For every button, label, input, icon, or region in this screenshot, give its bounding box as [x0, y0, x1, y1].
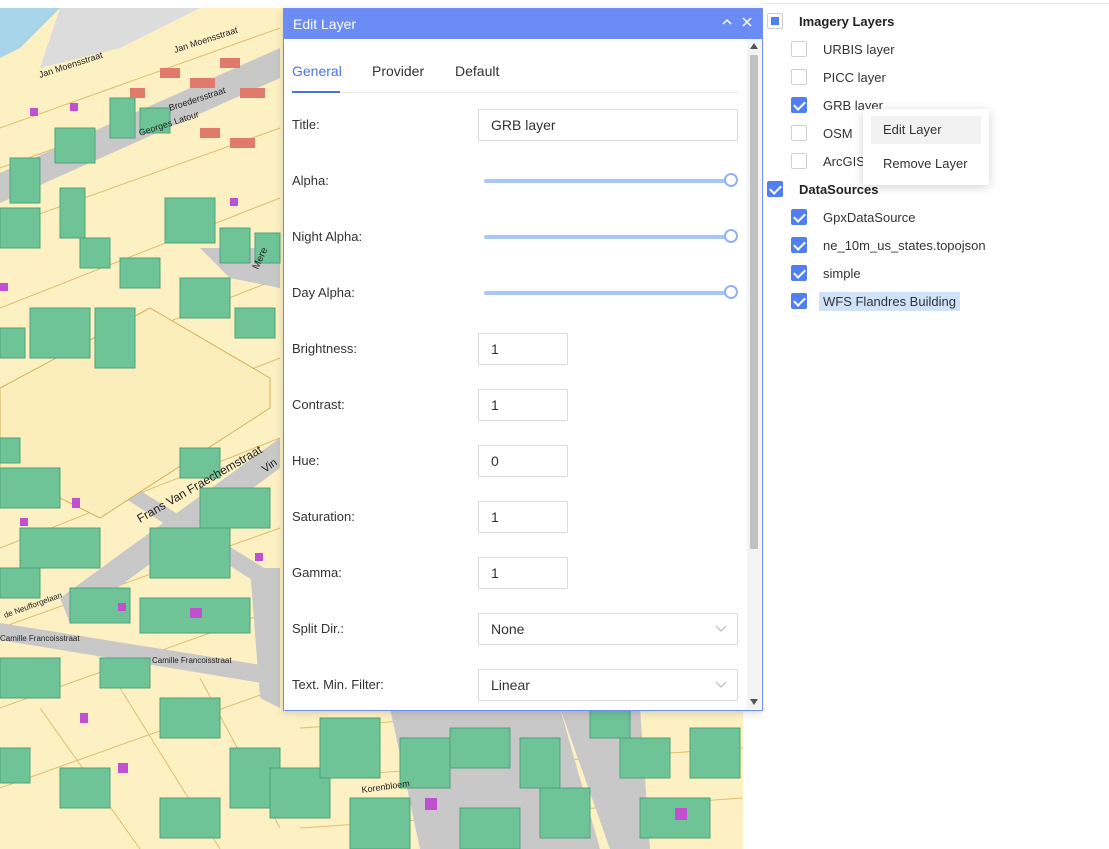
hue-label: Hue:	[292, 453, 320, 468]
contrast-label: Contrast:	[292, 397, 345, 412]
tab-provider[interactable]: Provider	[372, 63, 424, 79]
layer-label: WFS Flandres Building	[819, 291, 960, 311]
group-label: Imagery Layers	[799, 13, 895, 29]
split-dir-row: Split Dir.: None	[292, 613, 738, 645]
title-row: Title: GRB layer	[292, 109, 738, 141]
street-label: Camille Francoisstraat	[152, 656, 232, 665]
gamma-input[interactable]: 1	[478, 557, 568, 589]
layer-checkbox[interactable]	[791, 237, 807, 253]
layer-label: simple	[823, 265, 861, 281]
brightness-input[interactable]: 1	[478, 333, 568, 365]
brightness-label: Brightness:	[292, 341, 358, 356]
layer-label: GpxDataSource	[823, 209, 916, 225]
chevron-down-icon	[715, 625, 727, 632]
gamma-label: Gamma:	[292, 565, 342, 580]
day-alpha-label: Day Alpha:	[292, 285, 355, 300]
scroll-up-icon[interactable]	[750, 43, 758, 49]
layer-label: ArcGIS	[823, 153, 865, 169]
group-checkbox[interactable]	[767, 13, 783, 29]
layer-checkbox[interactable]	[791, 97, 807, 113]
hue-row: Hue: 0	[292, 445, 738, 477]
layer-checkbox[interactable]	[791, 293, 807, 309]
gamma-row: Gamma: 1	[292, 557, 738, 589]
saturation-row: Saturation: 1	[292, 501, 738, 533]
tree-item-gpx[interactable]: GpxDataSource	[791, 205, 920, 229]
tree-item-osm[interactable]: OSM	[791, 121, 857, 145]
tree-group-imagery[interactable]: Imagery Layers	[767, 9, 898, 33]
menu-item-edit-layer[interactable]: Edit Layer	[871, 116, 981, 144]
contrast-input[interactable]: 1	[478, 389, 568, 421]
tree-item-topojson[interactable]: ne_10m_us_states.topojson	[791, 233, 990, 257]
split-dir-value: None	[491, 621, 525, 637]
night-alpha-row: Night Alpha:	[292, 221, 738, 253]
close-icon[interactable]	[738, 14, 756, 32]
min-filter-row: Text. Min. Filter: Linear	[292, 669, 738, 701]
scroll-down-icon[interactable]	[750, 699, 758, 705]
layer-checkbox[interactable]	[791, 125, 807, 141]
layer-label: PICC layer	[823, 69, 886, 85]
layer-checkbox[interactable]	[791, 153, 807, 169]
min-filter-value: Linear	[491, 677, 530, 693]
scrollbar-thumb[interactable]	[750, 55, 758, 549]
layer-checkbox[interactable]	[791, 265, 807, 281]
brightness-row: Brightness: 1	[292, 333, 738, 365]
min-filter-select[interactable]: Linear	[478, 669, 738, 701]
tree-item-wfs[interactable]: WFS Flandres Building	[791, 289, 960, 313]
chevron-down-icon	[715, 681, 727, 688]
layer-label: ne_10m_us_states.topojson	[823, 237, 986, 253]
day-alpha-row: Day Alpha:	[292, 277, 738, 309]
split-dir-select[interactable]: None	[478, 613, 738, 645]
alpha-slider-handle[interactable]	[724, 173, 738, 187]
title-label: Title:	[292, 117, 320, 132]
tree-item-urbis[interactable]: URBIS layer	[791, 37, 899, 61]
street-label: Camille Francoisstraat	[0, 634, 80, 643]
tree-item-picc[interactable]: PICC layer	[791, 65, 890, 89]
alpha-slider[interactable]	[484, 179, 732, 183]
tree-item-simple[interactable]: simple	[791, 261, 865, 285]
night-alpha-slider-handle[interactable]	[724, 229, 738, 243]
layer-label: URBIS layer	[823, 41, 895, 57]
dialog-title: Edit Layer	[293, 16, 357, 32]
min-filter-label: Text. Min. Filter:	[292, 677, 384, 692]
dialog-tabs: General Provider Default	[292, 51, 738, 93]
tree-item-arcgis[interactable]: ArcGIS	[791, 149, 869, 173]
contrast-row: Contrast: 1	[292, 389, 738, 421]
chevron-up-icon[interactable]	[718, 14, 736, 32]
alpha-row: Alpha:	[292, 165, 738, 197]
saturation-label: Saturation:	[292, 509, 355, 524]
night-alpha-slider[interactable]	[484, 235, 732, 239]
dialog-header[interactable]: Edit Layer	[284, 9, 762, 39]
layer-checkbox[interactable]	[791, 69, 807, 85]
layer-checkbox[interactable]	[791, 41, 807, 57]
edit-layer-dialog: Edit Layer General Provider Default Titl…	[283, 8, 763, 711]
active-tab-indicator	[292, 91, 340, 93]
alpha-label: Alpha:	[292, 173, 329, 188]
saturation-input[interactable]: 1	[478, 501, 568, 533]
context-menu: Edit Layer Remove Layer	[863, 109, 989, 185]
menu-item-remove-layer[interactable]: Remove Layer	[871, 150, 981, 178]
top-divider	[763, 0, 1109, 4]
dialog-scrollbar[interactable]	[747, 39, 761, 709]
title-input[interactable]: GRB layer	[478, 109, 738, 141]
group-checkbox[interactable]	[767, 181, 783, 197]
layer-checkbox[interactable]	[791, 209, 807, 225]
hue-input[interactable]: 0	[478, 445, 568, 477]
day-alpha-slider[interactable]	[484, 291, 732, 295]
day-alpha-slider-handle[interactable]	[724, 285, 738, 299]
layer-label: OSM	[823, 125, 853, 141]
night-alpha-label: Night Alpha:	[292, 229, 363, 244]
tab-default[interactable]: Default	[455, 63, 499, 79]
split-dir-label: Split Dir.:	[292, 621, 345, 636]
tab-general[interactable]: General	[292, 63, 342, 79]
